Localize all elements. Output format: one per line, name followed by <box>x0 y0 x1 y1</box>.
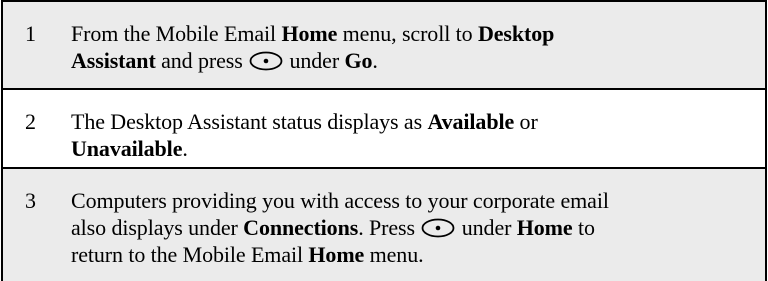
step-row-2: 2 The Desktop Assistant status displays … <box>3 88 765 167</box>
text: menu. <box>364 242 424 267</box>
text: . <box>372 48 378 73</box>
step-line: also displays under Connections. Press u… <box>71 214 749 241</box>
step-number: 3 <box>25 188 36 213</box>
bold-term: Home <box>308 242 365 267</box>
text: under <box>456 215 517 240</box>
bold-term: Go <box>344 48 373 73</box>
step-row-3: 3 Computers providing you with access to… <box>3 167 765 281</box>
step-number: 2 <box>25 109 36 134</box>
bold-term: Home <box>281 21 338 46</box>
softkey-button-icon <box>421 218 455 238</box>
bold-term: Home <box>516 215 573 240</box>
instruction-steps: 1 From the Mobile Email Home menu, scrol… <box>1 0 767 281</box>
step-line: Unavailable. <box>71 135 749 162</box>
text: . Press <box>358 215 421 240</box>
step-line: return to the Mobile Email Home menu. <box>71 241 749 268</box>
step-line: From the Mobile Email Home menu, scroll … <box>71 20 749 47</box>
text: Computers providing you with access to y… <box>71 188 609 213</box>
bold-term: Desktop <box>477 21 555 46</box>
text: menu, scroll to <box>337 21 478 46</box>
step-line: Computers providing you with access to y… <box>71 187 749 214</box>
step-line: The Desktop Assistant status displays as… <box>71 108 749 135</box>
text: return to the Mobile Email <box>71 242 309 267</box>
text: to <box>572 215 595 240</box>
step-row-1: 1 From the Mobile Email Home menu, scrol… <box>3 0 765 88</box>
text: From the Mobile Email <box>71 21 282 46</box>
bold-term: Unavailable <box>71 136 183 161</box>
step-text: Computers providing you with access to y… <box>71 187 749 268</box>
text: under <box>284 48 345 73</box>
step-line: Assistant and press under Go. <box>71 47 749 74</box>
bold-term: Assistant <box>71 48 156 73</box>
step-number: 1 <box>25 21 36 46</box>
text: or <box>514 109 538 134</box>
softkey-button-icon <box>249 51 283 71</box>
text: and press <box>155 48 249 73</box>
bold-term: Connections <box>243 215 359 240</box>
step-text: From the Mobile Email Home menu, scroll … <box>71 20 749 74</box>
text: also displays under <box>71 215 244 240</box>
text: The Desktop Assistant status displays as <box>71 109 428 134</box>
step-text: The Desktop Assistant status displays as… <box>71 108 749 162</box>
text: . <box>182 136 188 161</box>
bold-term: Available <box>427 109 515 134</box>
